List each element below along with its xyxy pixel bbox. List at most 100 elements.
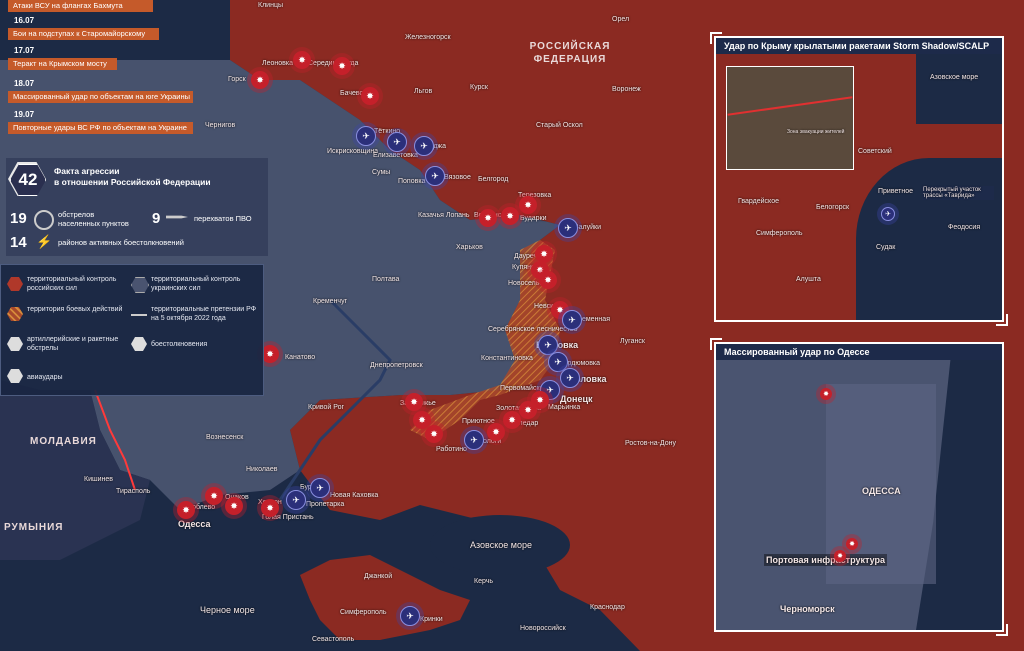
crimea-label-azov: Азовское море	[930, 74, 979, 81]
shelling-marker[interactable]: ✸	[519, 401, 537, 419]
city-label: Марьинка	[548, 404, 581, 411]
city-label: Белгород	[478, 176, 509, 183]
city-label: Поповка	[398, 178, 426, 185]
shelling-marker[interactable]: ✸	[361, 87, 379, 105]
intercept-label: перехватов ПВО	[194, 214, 252, 223]
crimea-strike-marker[interactable]: ✈	[881, 207, 895, 221]
city-label: Ростов-на-Дону	[625, 440, 676, 447]
airstrike-marker[interactable]: ✈	[387, 132, 407, 152]
city-label: Старый Оскол	[536, 122, 583, 129]
country-russia: РОССИЙСКАЯ ФЕДЕРАЦИЯ	[529, 41, 611, 65]
event-date: 19.07	[14, 110, 35, 119]
city-label: Кринки	[420, 616, 443, 623]
legend-artillery-icon	[7, 337, 23, 351]
city-label: Полтава	[372, 276, 400, 283]
crimea-label-simferopol: Симферополь	[756, 230, 803, 237]
legend-airstrike-icon	[7, 369, 23, 383]
odessa-strike-marker[interactable]: ✸	[820, 388, 832, 400]
city-label: Валуйки	[574, 224, 602, 231]
inset-crimea-sea-north	[916, 54, 1002, 124]
satellite-zone-label: Зона эвакуации жителей	[787, 129, 845, 135]
airstrike-marker[interactable]: ✈	[310, 478, 330, 498]
city-label: Константиновка	[481, 355, 533, 362]
shelling-marker[interactable]: ✸	[425, 425, 443, 443]
shelling-label: обстрелов	[58, 210, 95, 219]
event-item[interactable]: Повторные удары ВС РФ по объектам на Укр…	[8, 122, 193, 134]
city-label: Чернигов	[205, 122, 236, 129]
city-label: Новая Каховка	[330, 492, 379, 499]
crimea-label-sovetsky: Советский	[858, 148, 892, 155]
city-label: Искрисковщина	[327, 148, 379, 155]
airstrike-marker[interactable]: ✈	[425, 166, 445, 186]
odessa-strike-marker[interactable]: ✸	[834, 550, 846, 562]
shelling-count: 19	[10, 210, 27, 227]
city-label: Симферополь	[340, 609, 387, 616]
shelling-marker[interactable]: ✸	[225, 497, 243, 515]
target-icon	[34, 210, 54, 230]
shelling-marker[interactable]: ✸	[293, 51, 311, 69]
shelling-marker[interactable]: ✸	[413, 411, 431, 429]
city-label: Джанкой	[364, 573, 393, 580]
crimea-label-sudak: Судак	[876, 244, 896, 251]
inset-corner	[710, 32, 722, 44]
airstrike-marker[interactable]: ✈	[286, 490, 306, 510]
shelling-marker[interactable]: ✸	[479, 209, 497, 227]
city-label: Елизаветовка	[373, 152, 418, 159]
country-romania: РУМЫНИЯ	[4, 522, 64, 533]
crimea-label-belogorsk: Белогорск	[816, 204, 850, 211]
airstrike-marker[interactable]: ✈	[562, 310, 582, 330]
city-label: Донецк	[560, 394, 593, 404]
event-item[interactable]: Бои на подступах к Старомайорскому	[8, 28, 159, 40]
city-label: Краснодар	[590, 604, 625, 611]
airstrike-marker[interactable]: ✈	[356, 126, 376, 146]
areas-count: 14	[10, 234, 27, 251]
airstrike-marker[interactable]: ✈	[558, 218, 578, 238]
event-item[interactable]: Теракт на Крымском мосту	[8, 58, 117, 70]
city-label: Днепропетровск	[370, 362, 423, 369]
odessa-strike-marker[interactable]: ✸	[846, 538, 858, 550]
city-label: Новороссийск	[520, 625, 566, 632]
city-label: Луганск	[620, 338, 645, 345]
shelling-marker[interactable]: ✸	[205, 487, 223, 505]
shelling-marker[interactable]: ✸	[501, 207, 519, 225]
city-label: Курск	[470, 84, 488, 91]
city-label: Канатово	[285, 354, 316, 361]
legend-airstrike-label: авиаудары	[27, 374, 63, 381]
airstrike-marker[interactable]: ✈	[464, 430, 484, 450]
inset-corner	[710, 338, 722, 350]
airstrike-marker[interactable]: ✈	[400, 606, 420, 626]
shelling-marker[interactable]: ✸	[487, 423, 505, 441]
shelling-marker[interactable]: ✸	[251, 71, 269, 89]
crimea-label-feodosia: Феодосия	[948, 224, 981, 231]
shelling-marker[interactable]: ✸	[539, 271, 557, 289]
shelling-marker[interactable]: ✸	[177, 501, 195, 519]
inset-corner	[996, 624, 1008, 636]
city-label: Тирасполь	[116, 488, 151, 495]
inset-odessa-title: Массированный удар по Одессе	[716, 344, 1002, 360]
legend-claims-line	[131, 314, 147, 316]
event-item[interactable]: Массированный удар по объектам на юге Ук…	[8, 91, 193, 103]
airstrike-marker[interactable]: ✈	[414, 136, 434, 156]
lightning-icon: ⚡	[36, 234, 53, 249]
total-label-2: в отношении Российской Федерации	[54, 177, 211, 187]
legend-ukraine-label: территориальный контроль украинских сил	[151, 276, 241, 292]
shelling-marker[interactable]: ✸	[405, 393, 423, 411]
shelling-marker[interactable]: ✸	[519, 196, 537, 214]
inset-crimea-title: Удар по Крыму крылатыми ракетами Storm S…	[716, 38, 1002, 54]
legend-artillery-label: артиллерийские и ракетные обстрелы	[27, 336, 119, 352]
airstrike-marker[interactable]: ✈	[560, 368, 580, 388]
shelling-marker[interactable]: ✸	[333, 57, 351, 75]
city-label: Железногорск	[405, 34, 451, 41]
city-label: Харьков	[456, 244, 483, 251]
city-label: Орел	[612, 16, 630, 23]
city-label: Воронеж	[612, 86, 641, 93]
event-item[interactable]: Атаки ВСУ на флангах Бахмута	[8, 0, 153, 12]
legend-clashes-icon	[131, 337, 147, 351]
city-label: Вязовое	[444, 174, 471, 181]
city-label: Керчь	[474, 578, 494, 585]
shelling-marker[interactable]: ✸	[503, 411, 521, 429]
map-legend: территориальный контроль российских сил …	[0, 264, 264, 396]
shelling-marker[interactable]: ✸	[261, 499, 279, 517]
city-label: Кременчуг	[313, 298, 348, 305]
total-label: Факта агрессии	[54, 166, 120, 176]
